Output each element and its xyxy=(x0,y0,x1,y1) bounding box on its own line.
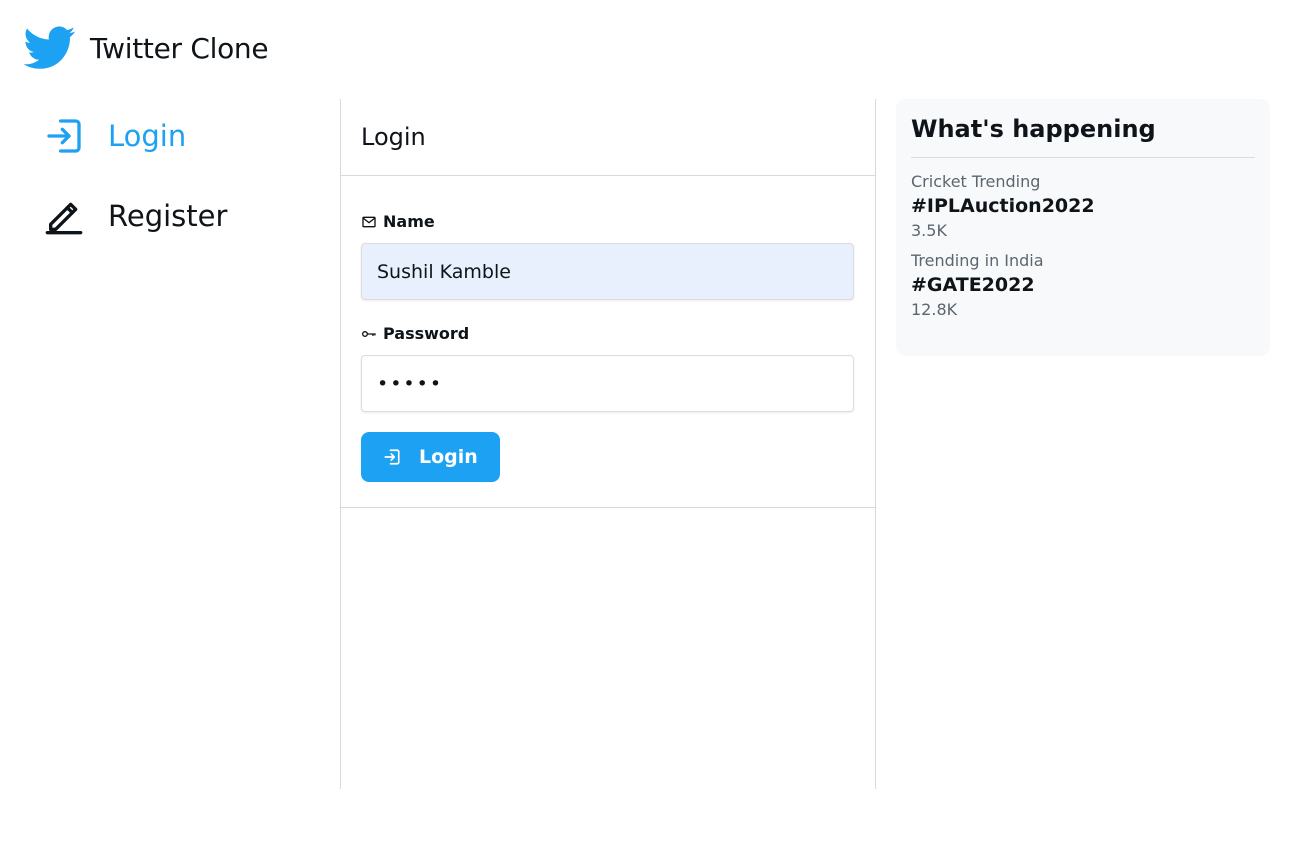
login-icon xyxy=(384,449,400,465)
trend-category: Cricket Trending xyxy=(911,172,1041,191)
name-label: Name xyxy=(361,212,855,231)
mail-icon xyxy=(362,216,376,227)
pencil-icon xyxy=(45,202,83,235)
trend-count: 12.8K xyxy=(911,300,958,319)
trends-panel: What's happening Cricket Trending #IPLAu… xyxy=(896,99,1270,356)
login-button-label: Login xyxy=(419,446,478,468)
key-icon xyxy=(362,330,376,337)
login-button[interactable]: Login xyxy=(361,432,500,482)
trends-title: What's happening xyxy=(911,115,1255,158)
trend-category: Trending in India xyxy=(911,251,1044,270)
twitter-bird-icon xyxy=(24,26,76,69)
nav-item-register[interactable]: Register xyxy=(44,192,324,240)
trend-item[interactable]: Cricket Trending #IPLAuction2022 3.5K xyxy=(911,172,1255,240)
trend-count: 3.5K xyxy=(911,221,947,240)
login-form: Name Password Login xyxy=(341,176,875,508)
left-nav: Login Register xyxy=(44,112,324,272)
login-icon xyxy=(47,119,81,153)
name-input[interactable] xyxy=(361,243,854,300)
nav-item-label: Login xyxy=(108,119,187,153)
password-input[interactable] xyxy=(361,355,854,412)
brand[interactable]: Twitter Clone xyxy=(24,26,269,70)
trend-tag: #IPLAuction2022 xyxy=(911,195,1095,217)
brand-title: Twitter Clone xyxy=(90,31,269,65)
trend-item[interactable]: Trending in India #GATE2022 12.8K xyxy=(911,251,1255,319)
password-label: Password xyxy=(361,324,855,343)
trend-tag: #GATE2022 xyxy=(911,274,1035,296)
nav-item-label: Register xyxy=(108,199,228,233)
page-title: Login xyxy=(341,99,875,176)
main-panel: Login Name Password Login xyxy=(340,99,876,789)
nav-item-login[interactable]: Login xyxy=(44,112,324,160)
